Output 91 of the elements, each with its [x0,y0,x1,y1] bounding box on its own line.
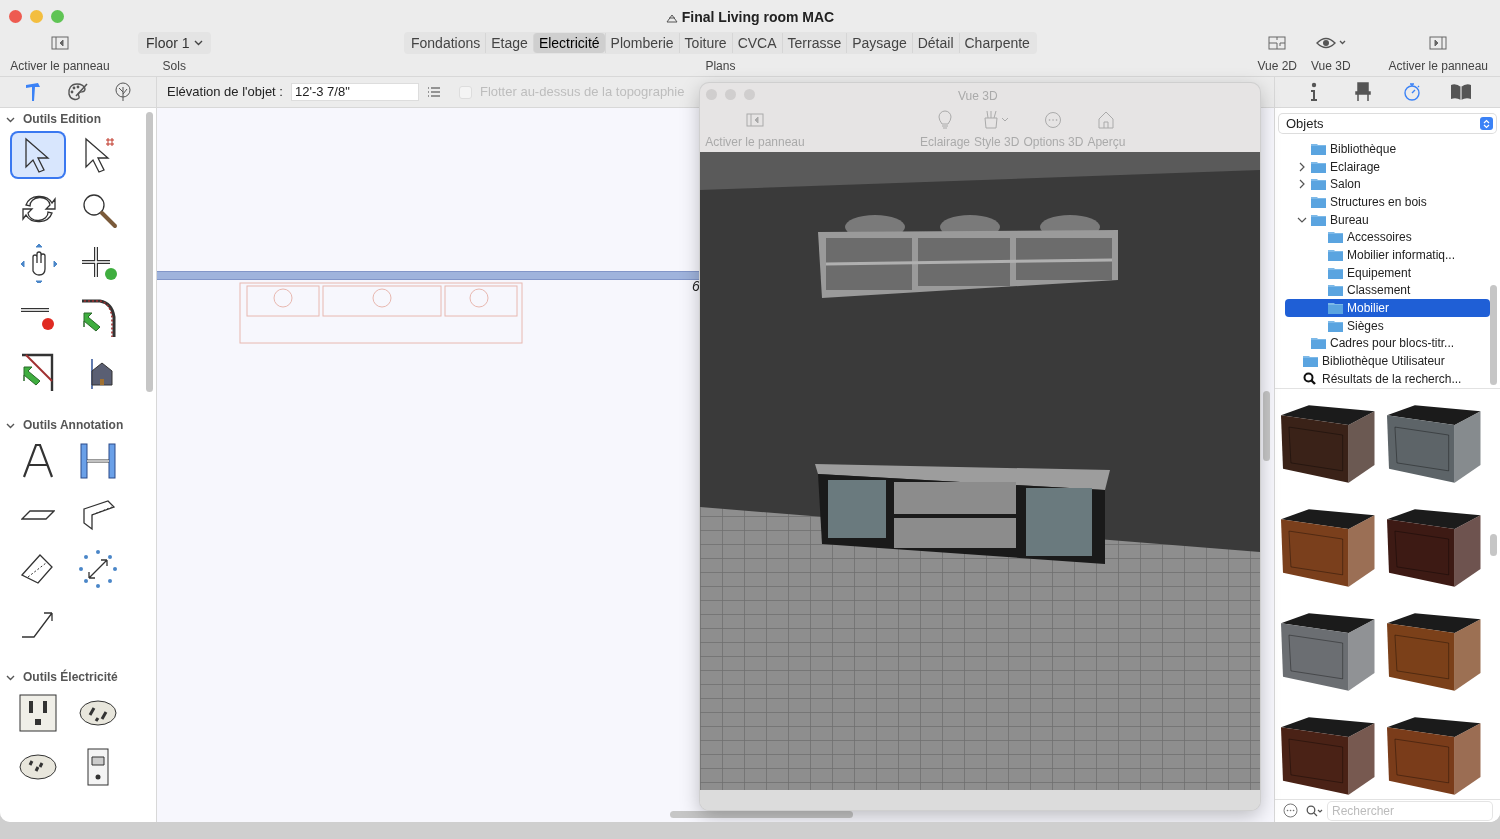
hand-move-icon [18,243,58,283]
folder-icon [1328,266,1343,279]
folder-icon [1311,195,1326,208]
stepper-icon [1480,117,1493,130]
folder-icon [1311,337,1326,350]
list-icon[interactable] [426,86,441,98]
tree-item[interactable]: Cadres pour blocs-titr... [1285,334,1490,353]
plan-tab[interactable]: Détail [911,33,959,53]
document-icon [665,12,678,23]
search-icon[interactable] [1306,804,1324,817]
folder-icon [1311,142,1326,155]
view-button[interactable]: Vue 2D [1253,32,1301,75]
paint-brushes-icon [982,110,1011,130]
plan-tab[interactable]: Toiture [678,33,732,53]
elevation-field[interactable]: 12'-3 7/8" [290,83,419,101]
dimension-label: 6 [692,277,700,296]
open-book-icon [1450,83,1473,101]
more-icon [1044,111,1063,129]
window-title: Final Living room MAC [681,8,835,27]
tool-button[interactable] [12,133,64,177]
floor-label: Sols [162,58,186,75]
scrollbar-thumb[interactable] [1490,533,1497,556]
folder-icon [1303,355,1318,368]
dimension-line-icon [21,510,55,520]
view-button[interactable]: Activer le panneau [1384,32,1492,75]
plan-tab[interactable]: Electricité [532,33,605,53]
tool-section-header[interactable]: Outils Annotation [0,415,144,435]
folder-icon [1311,160,1326,173]
scrollbar-thumb[interactable] [670,811,853,818]
info-icon [1308,82,1319,102]
plan-tab[interactable]: Paysage [846,33,912,53]
chevron-right-icon[interactable] [1297,161,1307,172]
paint-palette-icon [67,82,89,102]
house-icon [1098,111,1115,129]
folder-icon [1328,319,1343,332]
plan-tab[interactable]: Charpente [958,33,1035,53]
more-icon[interactable] [1283,803,1298,819]
chevron-right-icon[interactable] [1297,179,1307,190]
plan-tab[interactable]: Fondations [406,33,486,53]
light-bulb-icon [938,110,952,130]
plan-tab[interactable]: CVCA [731,33,782,53]
tree-item[interactable]: Résultats de la recherch... [1283,369,1492,388]
plan-tab[interactable]: Plomberie [604,33,679,53]
toggle-panel-button[interactable]: Activer le panneau [0,32,120,75]
tree-item[interactable]: Mobilier [1285,299,1490,317]
scrollbar-thumb[interactable] [1490,285,1497,385]
tool-section-header[interactable]: Outils Edition [0,109,144,129]
window-title: Vue 3D [958,88,998,105]
folder-icon [1311,213,1326,226]
folder-icon [1311,178,1326,191]
scrollbar-thumb[interactable] [146,112,154,392]
floor-plan-icon [1268,36,1287,50]
tree-item[interactable]: Accessoires [1285,228,1490,247]
dimension-circle-icon [77,549,118,589]
tree-item[interactable]: Bureau [1285,210,1490,229]
folder-icon [1328,284,1343,297]
wall-outlet-icon [18,693,58,733]
scrollbar-thumb[interactable] [1263,391,1270,461]
tree-item[interactable]: Mobilier informatiq... [1285,246,1490,264]
elevation-label: Elévation de l'objet : [167,83,283,102]
plan-tab[interactable]: Terrasse [781,33,847,53]
folder-icon [1328,248,1343,261]
plans-label: Plans [705,58,736,75]
tree-item[interactable]: Equipement [1285,263,1490,282]
sidebar-toggle-icon [51,36,69,50]
hammer-icon [23,82,42,102]
tree-icon [113,82,134,102]
stopwatch-icon [1403,82,1422,102]
tree-item[interactable]: Bibliothèque Utilisateur [1283,352,1492,370]
plan-tab[interactable]: Etage [485,33,533,53]
library-dropdown[interactable]: Objets [1279,114,1496,133]
eye-icon [1315,36,1346,50]
tree-item[interactable]: Bibliothèque [1285,140,1490,158]
chevron-down-icon [193,40,203,46]
tree-item[interactable]: Sièges [1285,316,1490,335]
sidebar-toggle-icon [746,113,764,127]
tree-item[interactable]: Eclairage [1285,157,1490,176]
sidebar-toggle-icon [1429,36,1448,50]
tree-item[interactable]: Salon [1285,175,1490,194]
search-field[interactable]: Rechercher [1328,801,1492,820]
search-icon [1303,372,1318,386]
tree-item[interactable]: Structures en bois [1285,193,1490,211]
dimension-icon [77,441,118,481]
close-window-button[interactable] [9,9,22,23]
tool-section-header[interactable]: Outils Électricité [0,667,144,687]
floor-dropdown[interactable]: Floor 1 [138,32,211,54]
tree-item[interactable]: Classement [1285,281,1490,300]
view-button[interactable]: Vue 3D [1307,32,1355,75]
folder-icon [1328,231,1343,244]
chair-icon [1353,82,1372,102]
folder-icon [1328,302,1343,315]
